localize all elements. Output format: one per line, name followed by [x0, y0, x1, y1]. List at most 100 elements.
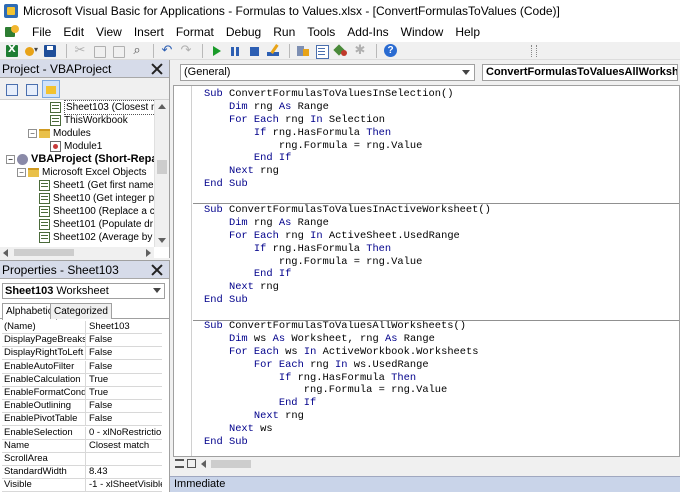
property-value[interactable]: True: [87, 387, 162, 400]
tree-item[interactable]: Sheet101 (Populate dr: [39, 218, 153, 231]
toggle-folders-icon[interactable]: [42, 79, 60, 98]
code-line[interactable]: If rng.HasFormula Then: [204, 127, 491, 140]
properties-window-icon[interactable]: [314, 43, 330, 59]
property-row[interactable]: DisplayRightToLeft False: [2, 347, 162, 361]
collapse-toggle-icon[interactable]: −: [6, 155, 15, 164]
property-value[interactable]: False: [87, 361, 162, 374]
scroll-down-arrow-icon[interactable]: [158, 238, 166, 243]
property-row[interactable]: Visible -1 - xlSheetVisible: [2, 479, 162, 492]
help-icon[interactable]: [382, 43, 398, 59]
copy-icon[interactable]: [91, 43, 107, 59]
menu-file[interactable]: File: [26, 22, 57, 42]
design-mode-icon[interactable]: [265, 43, 281, 59]
code-line[interactable]: For Each ws In ActiveWorkbook.Worksheets: [204, 346, 491, 359]
property-value[interactable]: True: [87, 374, 162, 387]
object-dropdown[interactable]: (General): [180, 64, 475, 81]
break-icon[interactable]: [227, 43, 243, 59]
menu-debug[interactable]: Debug: [220, 22, 267, 42]
scrollbar-thumb[interactable]: [14, 249, 74, 256]
tree-item[interactable]: − Modules: [28, 127, 91, 140]
code-line[interactable]: For Each rng In ws.UsedRange: [204, 359, 491, 372]
code-line[interactable]: rng.Formula = rng.Value: [204, 256, 491, 269]
scroll-left-arrow-icon[interactable]: [201, 460, 206, 468]
tree-item[interactable]: Sheet100 (Replace a c: [39, 205, 154, 218]
code-line[interactable]: Sub ConvertFormulasToValuesInActiveWorks…: [204, 204, 491, 217]
excel-vba-menu-icon[interactable]: [4, 25, 20, 39]
code-line[interactable]: rng.Formula = rng.Value: [204, 384, 491, 397]
property-value[interactable]: [87, 453, 162, 466]
close-icon[interactable]: [149, 262, 165, 278]
property-row[interactable]: Name Closest match: [2, 439, 162, 453]
code-horizontal-scrollbar[interactable]: [173, 457, 680, 471]
menu-tools[interactable]: Tools: [301, 22, 341, 42]
undo-icon[interactable]: ↶: [159, 43, 175, 59]
scrollbar-thumb[interactable]: [157, 160, 167, 174]
code-line[interactable]: If rng.HasFormula Then: [204, 243, 491, 256]
paste-icon[interactable]: [110, 43, 126, 59]
full-module-view-icon[interactable]: [187, 459, 196, 468]
tab-categorized[interactable]: Categorized: [50, 303, 112, 319]
menu-add-ins[interactable]: Add-Ins: [341, 22, 394, 42]
code-line[interactable]: End If: [204, 152, 491, 165]
run-icon[interactable]: [208, 43, 224, 59]
property-value[interactable]: -1 - xlSheetVisible: [87, 479, 162, 492]
property-value[interactable]: False: [87, 413, 162, 426]
view-code-icon[interactable]: [2, 80, 20, 98]
code-line[interactable]: Sub ConvertFormulasToValuesInSelection(): [204, 88, 491, 101]
property-value[interactable]: Sheet103: [87, 321, 162, 334]
menu-help[interactable]: Help: [449, 22, 486, 42]
find-icon[interactable]: ⌕: [129, 43, 145, 59]
code-line[interactable]: rng.Formula = rng.Value: [204, 140, 491, 153]
scroll-up-arrow-icon[interactable]: [158, 104, 166, 109]
save-icon[interactable]: [42, 43, 58, 59]
code-line[interactable]: Next rng: [204, 165, 491, 178]
code-line[interactable]: End Sub: [204, 436, 491, 449]
property-row[interactable]: StandardWidth 8.43: [2, 466, 162, 480]
excel-icon[interactable]: [4, 43, 20, 59]
code-line[interactable]: If rng.HasFormula Then: [204, 372, 491, 385]
code-line[interactable]: Next rng: [204, 410, 491, 423]
collapse-toggle-icon[interactable]: −: [28, 129, 37, 138]
tree-item[interactable]: ThisWorkbook: [50, 114, 128, 127]
procedure-dropdown[interactable]: ConvertFormulasToValuesAllWorksheets: [482, 64, 678, 81]
property-value[interactable]: 0 - xlNoRestrictions: [87, 427, 162, 440]
insert-userform-icon[interactable]: [23, 43, 39, 59]
property-row[interactable]: (Name) Sheet103: [2, 321, 162, 334]
code-line[interactable]: End Sub: [204, 294, 491, 307]
redo-icon[interactable]: ↷: [178, 43, 194, 59]
project-explorer-icon[interactable]: [295, 43, 311, 59]
tree-item[interactable]: Sheet10 (Get integer p: [39, 192, 154, 205]
margin-indicator-bar[interactable]: [174, 86, 192, 456]
property-value[interactable]: False: [87, 400, 162, 413]
object-browser-icon[interactable]: [333, 43, 349, 59]
close-icon[interactable]: [149, 61, 165, 77]
property-row[interactable]: DisplayPageBreaks False: [2, 334, 162, 348]
scroll-left-arrow-icon[interactable]: [3, 249, 8, 257]
code-line[interactable]: Dim ws As Worksheet, rng As Range: [204, 333, 491, 346]
scroll-right-arrow-icon[interactable]: [146, 249, 151, 257]
code-text[interactable]: Sub ConvertFormulasToValuesInSelection()…: [204, 88, 491, 449]
property-row[interactable]: EnablePivotTable False: [2, 413, 162, 427]
project-tree-vertical-scrollbar[interactable]: [154, 100, 169, 247]
tree-item[interactable]: − VBAProject (Short-Repair: [6, 153, 154, 166]
tree-item[interactable]: − Microsoft Excel Objects: [17, 166, 146, 179]
code-editor[interactable]: Sub ConvertFormulasToValuesInSelection()…: [173, 85, 680, 457]
code-line[interactable]: Next rng: [204, 281, 491, 294]
property-row[interactable]: EnableOutlining False: [2, 400, 162, 414]
procedure-view-icon[interactable]: [175, 459, 184, 468]
code-line[interactable]: Dim rng As Range: [204, 217, 491, 230]
code-line[interactable]: End If: [204, 268, 491, 281]
menu-edit[interactable]: Edit: [57, 22, 90, 42]
menu-insert[interactable]: Insert: [128, 22, 170, 42]
tree-item[interactable]: Sheet1 (Get first name: [39, 179, 154, 192]
code-line[interactable]: For Each rng In Selection: [204, 114, 491, 127]
property-value[interactable]: False: [87, 347, 162, 360]
tab-alphabetic[interactable]: Alphabetic: [2, 303, 57, 320]
collapse-toggle-icon[interactable]: −: [17, 168, 26, 177]
property-row[interactable]: EnableAutoFilter False: [2, 360, 162, 374]
reset-icon[interactable]: [246, 43, 262, 59]
tree-item[interactable]: Sheet103 (Closest mat: [50, 100, 154, 115]
code-line[interactable]: Dim rng As Range: [204, 101, 491, 114]
property-row[interactable]: EnableFormatConditi True: [2, 387, 162, 400]
object-select-dropdown[interactable]: Sheet103 Worksheet: [2, 283, 165, 299]
